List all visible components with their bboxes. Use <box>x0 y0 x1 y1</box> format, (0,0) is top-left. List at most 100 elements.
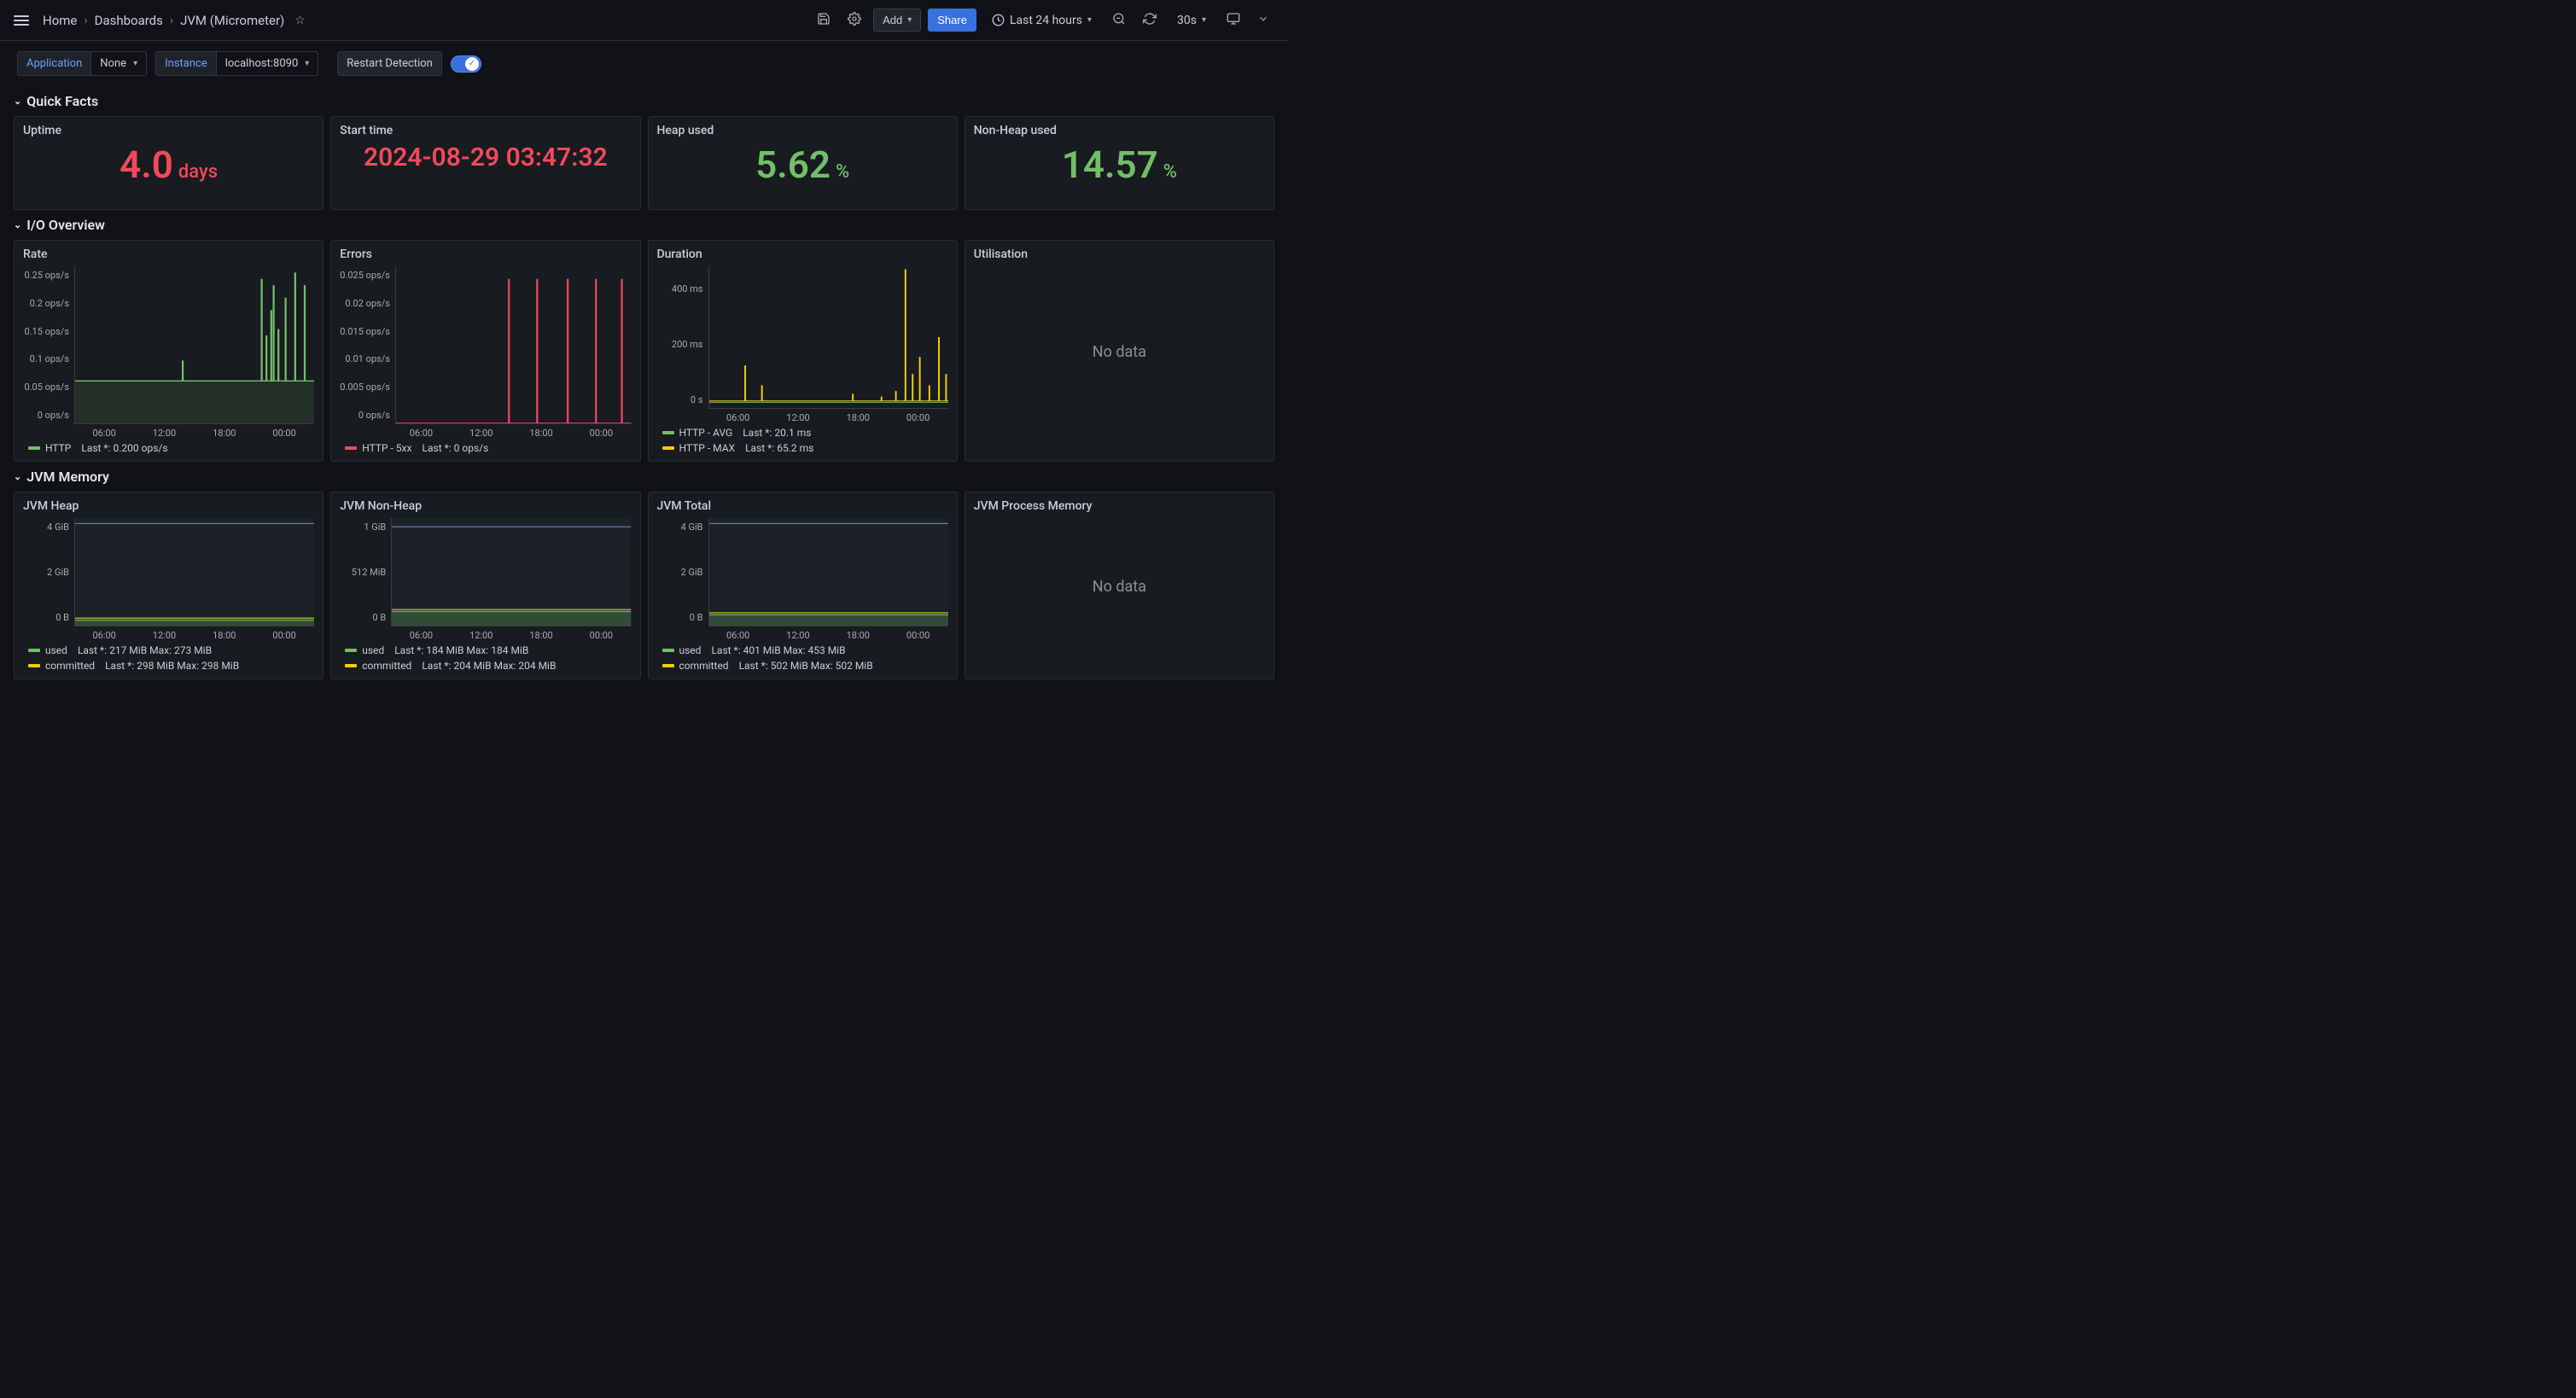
plot-area <box>391 518 631 626</box>
star-icon[interactable]: ☆ <box>294 14 306 27</box>
panel-errors[interactable]: Errors 0.025 ops/s0.02 ops/s0.015 ops/s0… <box>330 240 640 462</box>
panel-jvm-nonheap[interactable]: JVM Non-Heap 1 GiB512 MiB0 B 06:0012:001… <box>330 492 640 679</box>
x-axis: 06:0012:0018:0000:00 <box>657 409 948 423</box>
legend-item[interactable]: HTTP - 5xx Last *: 0 ops/s <box>345 442 631 454</box>
chevron-down-icon: ▾ <box>133 59 137 68</box>
share-button[interactable]: Share <box>928 9 976 32</box>
legend-stat: Last *: 20.1 ms <box>743 427 811 439</box>
no-data: No data <box>974 266 1265 437</box>
chevron-down-icon[interactable] <box>1252 9 1274 32</box>
y-axis: 400 ms200 ms0 s <box>657 266 708 409</box>
zoom-out-icon[interactable] <box>1107 9 1131 32</box>
panel-title: Rate <box>23 248 314 261</box>
panel-nonheap-used[interactable]: Non-Heap used 14.57 % <box>965 116 1274 210</box>
plot-area <box>395 266 632 424</box>
legend-item[interactable]: usedLast *: 401 MiB Max: 453 MiB <box>662 644 948 656</box>
legend-swatch <box>662 664 674 667</box>
panel-title: JVM Heap <box>23 499 314 513</box>
stat-unit: % <box>1163 161 1177 183</box>
legend-swatch <box>662 649 674 652</box>
panel-utilisation[interactable]: Utilisation No data <box>965 240 1274 462</box>
panel-jvm-total[interactable]: JVM Total 4 GiB2 GiB0 B 06:0012:0018:000… <box>648 492 958 679</box>
chevron-down-icon: ⌄ <box>14 96 21 107</box>
legend-swatch <box>662 431 674 434</box>
panel-start-time[interactable]: Start time 2024-08-29 03:47:32 <box>330 116 640 210</box>
panel-heap-used[interactable]: Heap used 5.62 % <box>648 116 958 210</box>
add-label: Add <box>883 14 902 26</box>
crumb-current[interactable]: JVM (Micrometer) <box>180 13 284 28</box>
y-axis: 4 GiB2 GiB0 B <box>23 518 74 626</box>
restart-detection-label: Restart Detection <box>337 51 442 76</box>
legend: HTTP Last *: 0.200 ops/s <box>23 439 314 454</box>
panel-uptime[interactable]: Uptime 4.0 days <box>14 116 323 210</box>
plot-area <box>74 518 314 626</box>
panel-title: Heap used <box>657 124 948 137</box>
x-axis: 06:0012:0018:0000:00 <box>23 424 314 439</box>
time-range-picker[interactable]: Last 24 hours ▾ <box>983 9 1100 32</box>
menu-icon[interactable] <box>14 15 29 26</box>
crumb-dashboards[interactable]: Dashboards <box>95 13 163 28</box>
y-axis: 4 GiB2 GiB0 B <box>657 518 708 626</box>
legend-name: committed <box>679 660 729 672</box>
legend: usedLast *: 217 MiB Max: 273 MiB committ… <box>23 641 314 672</box>
legend-swatch <box>28 446 40 450</box>
clock-icon <box>992 14 1005 26</box>
legend-item[interactable]: HTTP Last *: 0.200 ops/s <box>28 442 314 454</box>
legend-stat: Last *: 204 MiB Max: 204 MiB <box>422 660 556 672</box>
crumb-home[interactable]: Home <box>43 13 77 28</box>
chevron-down-icon: ▾ <box>1087 15 1092 25</box>
legend-stat: Last *: 184 MiB Max: 184 MiB <box>394 644 528 656</box>
row-jvm-memory[interactable]: ⌄ JVM Memory <box>14 462 1274 492</box>
legend: usedLast *: 401 MiB Max: 453 MiB committ… <box>657 641 948 672</box>
monitor-icon[interactable] <box>1221 9 1245 32</box>
add-button[interactable]: Add ▾ <box>873 9 921 32</box>
panel-duration[interactable]: Duration 400 ms200 ms0 s <box>648 240 958 462</box>
legend-item[interactable]: HTTP - MAX Last *: 65.2 ms <box>662 442 948 454</box>
breadcrumb: Home › Dashboards › JVM (Micrometer) <box>43 13 284 28</box>
var-instance-text: localhost:8090 <box>225 57 299 70</box>
x-axis: 06:0012:0018:0000:00 <box>657 626 948 641</box>
stat-unit: % <box>836 161 849 183</box>
no-data: No data <box>974 518 1265 655</box>
y-axis: 0.025 ops/s0.02 ops/s0.015 ops/s0.01 ops… <box>340 266 395 424</box>
legend-swatch <box>662 446 674 450</box>
chevron-right-icon: › <box>170 14 173 27</box>
legend-swatch <box>345 649 357 652</box>
legend-stat: Last *: 0 ops/s <box>423 442 489 454</box>
legend-item[interactable]: committedLast *: 204 MiB Max: 204 MiB <box>345 660 631 672</box>
panel-jvm-process-memory[interactable]: JVM Process Memory No data <box>965 492 1274 679</box>
panel-title: Errors <box>340 248 631 261</box>
panel-title: JVM Process Memory <box>974 499 1265 513</box>
legend-item[interactable]: committed Last *: 502 MiB Max: 502 MiB <box>662 660 948 672</box>
legend-stat: Last *: 502 MiB Max: 502 MiB <box>739 660 873 672</box>
refresh-interval-picker[interactable]: 30s ▾ <box>1169 9 1215 32</box>
var-application-value[interactable]: None ▾ <box>90 51 147 76</box>
legend-name: used <box>362 644 384 656</box>
legend-item[interactable]: HTTP - AVG Last *: 20.1 ms <box>662 427 948 439</box>
gear-icon[interactable] <box>842 9 866 32</box>
var-instance-value[interactable]: localhost:8090 ▾ <box>216 51 319 76</box>
x-axis: 06:0012:0018:0000:00 <box>340 424 631 439</box>
refresh-icon[interactable] <box>1138 9 1162 32</box>
row-io-overview[interactable]: ⌄ I/O Overview <box>14 210 1274 240</box>
stat-value: 4.0 <box>119 143 173 187</box>
chevron-down-icon: ⌄ <box>14 219 21 230</box>
legend-name: used <box>45 644 67 656</box>
var-application-label: Application <box>17 51 90 76</box>
row-quick-facts[interactable]: ⌄ Quick Facts <box>14 86 1274 116</box>
panel-title: Utilisation <box>974 248 1265 261</box>
panel-jvm-heap[interactable]: JVM Heap 4 GiB2 GiB0 B 06:0012:0018:0000… <box>14 492 323 679</box>
legend-item[interactable]: committedLast *: 298 MiB Max: 298 MiB <box>28 660 314 672</box>
panel-rate[interactable]: Rate 0.25 ops/s0.2 ops/s0.15 ops/s0.1 op… <box>14 240 323 462</box>
legend-name: HTTP - MAX <box>679 442 736 454</box>
restart-detection-toggle[interactable] <box>451 55 481 73</box>
legend-name: committed <box>45 660 95 672</box>
panel-title: JVM Non-Heap <box>340 499 631 513</box>
legend: HTTP - AVG Last *: 20.1 ms HTTP - MAX La… <box>657 423 948 454</box>
refresh-interval-label: 30s <box>1177 14 1197 27</box>
row-title: Quick Facts <box>26 93 98 109</box>
legend-item[interactable]: used Last *: 184 MiB Max: 184 MiB <box>345 644 631 656</box>
stat-value: 14.57 <box>1062 143 1158 187</box>
save-icon[interactable] <box>812 9 836 32</box>
legend-item[interactable]: usedLast *: 217 MiB Max: 273 MiB <box>28 644 314 656</box>
